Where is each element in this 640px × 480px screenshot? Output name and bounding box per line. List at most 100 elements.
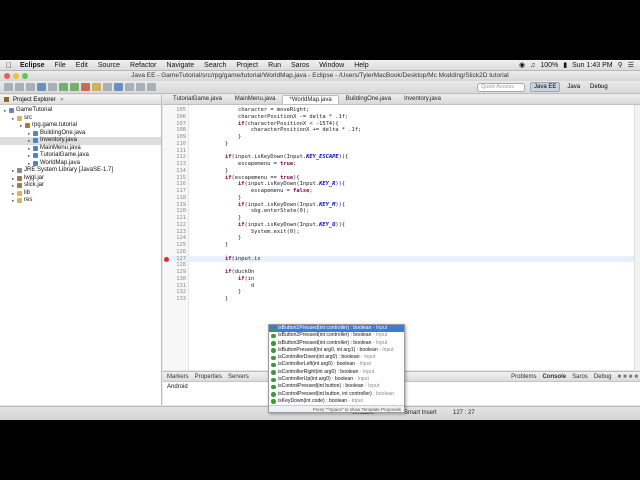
quick-access-input[interactable]: Quick Access — [477, 83, 525, 92]
menu-navigate[interactable]: Navigate — [167, 62, 195, 69]
forward-icon[interactable] — [147, 83, 156, 91]
code-line[interactable]: 105 character = moveRight; — [163, 107, 640, 114]
battery-icon[interactable]: ▮ — [563, 61, 567, 69]
tree-item[interactable]: ▸ slick.jar — [0, 182, 161, 190]
menu-source[interactable]: Source — [98, 62, 120, 69]
perspective-debug[interactable]: Debug — [587, 83, 611, 91]
content-assist-item[interactable]: isControlPressed(int button, int control… — [269, 391, 404, 398]
code-line[interactable]: 109 } — [163, 134, 640, 141]
close-window-button[interactable] — [4, 73, 10, 79]
code-line[interactable]: 107 if(characterPositionX < -1574){ — [163, 121, 640, 128]
tree-item[interactable]: ▸ JRE System Library [JavaSE-1.7] — [0, 167, 161, 175]
content-assist-item[interactable]: isButton1Pressed(int controller) : boole… — [269, 325, 404, 333]
code-line[interactable]: 117 escapemenu = false; — [163, 188, 640, 195]
code-line[interactable]: 110 } — [163, 141, 640, 148]
tree-item[interactable]: ▸ rpg.game.tutorial — [0, 122, 161, 130]
editor-tab[interactable]: *WorldMap.java — [282, 95, 339, 104]
menu-window[interactable]: Window — [319, 62, 344, 69]
tree-item[interactable]: ▸ TutorialGame.java — [0, 152, 161, 160]
code-line[interactable]: 119 if(input.isKeyDown(Input.KEY_M)){ — [163, 202, 640, 209]
code-line[interactable]: 125 } — [163, 242, 640, 249]
menu-refactor[interactable]: Refactor — [130, 62, 156, 69]
save-icon[interactable] — [15, 83, 24, 91]
debug-icon[interactable] — [59, 83, 68, 91]
editor-scrollbar[interactable] — [634, 105, 640, 370]
code-line[interactable]: 124 } — [163, 235, 640, 242]
spotlight-icon[interactable]: ⚲ — [618, 61, 623, 69]
annotation-icon[interactable] — [125, 83, 134, 91]
tab-properties[interactable]: Properties — [195, 374, 222, 380]
server-icon[interactable] — [37, 83, 46, 91]
code-line[interactable]: 122 if(input.isKeyDown(Input.KEY_Q)){ — [163, 222, 640, 229]
notification-icon[interactable]: ☰ — [628, 61, 634, 69]
code-line[interactable]: 126 — [163, 249, 640, 256]
menu-edit[interactable]: Edit — [76, 62, 88, 69]
tree-item[interactable]: ▸ Inventory.java — [0, 137, 161, 145]
minimize-window-button[interactable] — [13, 73, 19, 79]
panel-toolbar-icons[interactable]: ■■■■ — [618, 374, 640, 380]
code-line[interactable]: 130 if(in — [163, 276, 640, 283]
tree-item[interactable]: ▸ res — [0, 197, 161, 205]
code-line[interactable]: 120 sbg.enterState(0); — [163, 208, 640, 215]
code-line[interactable]: 106 characterPositionX -= delta * .1f; — [163, 114, 640, 121]
search-icon[interactable] — [114, 83, 123, 91]
menu-app[interactable]: Eclipse — [20, 62, 45, 69]
editor-tab[interactable]: BuildingOne.java — [340, 95, 397, 104]
project-explorer-tab[interactable]: Project Explorer ✕ — [0, 95, 161, 105]
tree-item[interactable]: ▸ lib — [0, 190, 161, 198]
code-line[interactable]: 114 } — [163, 168, 640, 175]
menu-project[interactable]: Project — [236, 62, 258, 69]
close-view-icon[interactable]: ✕ — [60, 95, 64, 105]
menu-saros[interactable]: Saros — [291, 62, 309, 69]
new-class-icon[interactable] — [92, 83, 101, 91]
new-icon[interactable] — [4, 83, 13, 91]
stop-icon[interactable] — [81, 83, 90, 91]
content-assist-item[interactable]: isButton3Pressed(int controller) : boole… — [269, 340, 404, 347]
clock[interactable]: Sun 1:43 PM — [572, 62, 612, 69]
tree-item[interactable]: ▸ src — [0, 115, 161, 123]
code-line[interactable]: 127 if(input.is — [163, 255, 640, 263]
tab-problems[interactable]: Problems — [511, 374, 536, 380]
code-line[interactable]: 111 — [163, 148, 640, 155]
code-line[interactable]: 112 if(input.isKeyDown(Input.KEY_ESCAPE)… — [163, 154, 640, 161]
code-line[interactable]: 133 } — [163, 296, 640, 303]
editor-tab[interactable]: TutorialGame.java — [167, 95, 228, 104]
code-line[interactable]: 118 } — [163, 195, 640, 202]
tab-debug[interactable]: Debug — [594, 374, 612, 380]
menu-help[interactable]: Help — [354, 62, 368, 69]
content-assist-item[interactable]: isControllerUp(int arg0) : boolean - Inp… — [269, 376, 404, 383]
code-line[interactable]: 132 } — [163, 289, 640, 296]
zoom-window-button[interactable] — [22, 73, 28, 79]
menu-file[interactable]: File — [55, 62, 66, 69]
code-line[interactable]: 128 — [163, 262, 640, 269]
code-line[interactable]: 113 escapemenu = true; — [163, 161, 640, 168]
editor-tab[interactable]: MainMenu.java — [229, 95, 282, 104]
open-type-icon[interactable] — [103, 83, 112, 91]
code-line[interactable]: 131 d — [163, 283, 640, 290]
perspective-java-ee[interactable]: Java EE — [530, 82, 561, 92]
tree-item[interactable]: ▸ WorldMap.java — [0, 160, 161, 168]
tree-item[interactable]: ▸ GameTutorial — [0, 107, 161, 115]
menu-search[interactable]: Search — [204, 62, 226, 69]
back-icon[interactable] — [136, 83, 145, 91]
code-line[interactable]: 121 } — [163, 215, 640, 222]
code-line[interactable]: 129 if(duckOn — [163, 269, 640, 276]
code-line[interactable]: 123 System.exit(0); — [163, 229, 640, 236]
sync-icon[interactable] — [48, 83, 57, 91]
content-assist-item[interactable]: isButtonPressed(int arg0, int arg1) : bo… — [269, 347, 404, 354]
perspective-java[interactable]: Java — [564, 83, 583, 91]
print-icon[interactable] — [26, 83, 35, 91]
code-area[interactable]: 105 character = moveRight; 106 characterP… — [163, 107, 640, 303]
menu-run[interactable]: Run — [268, 62, 281, 69]
wifi-icon[interactable]: ◉ — [519, 61, 525, 69]
tree-item[interactable]: ▸ lwjgl.jar — [0, 175, 161, 183]
content-assist-item[interactable]: isControllerDown(int arg0) : boolean - I… — [269, 354, 404, 361]
volume-icon[interactable]: ♫ — [530, 62, 535, 69]
tab-saros[interactable]: Saros — [572, 374, 588, 380]
run-icon[interactable] — [70, 83, 79, 91]
code-line[interactable]: 115 if(escapemenu == true){ — [163, 175, 640, 182]
code-line[interactable]: 116 if(input.isKeyDown(Input.KEY_R)){ — [163, 181, 640, 188]
content-assist-item[interactable]: isControllerLeft(int arg0) : boolean - I… — [269, 361, 404, 368]
tree-item[interactable]: ▸ BuildingOne.java — [0, 130, 161, 138]
tab-markers[interactable]: Markers — [167, 374, 189, 380]
